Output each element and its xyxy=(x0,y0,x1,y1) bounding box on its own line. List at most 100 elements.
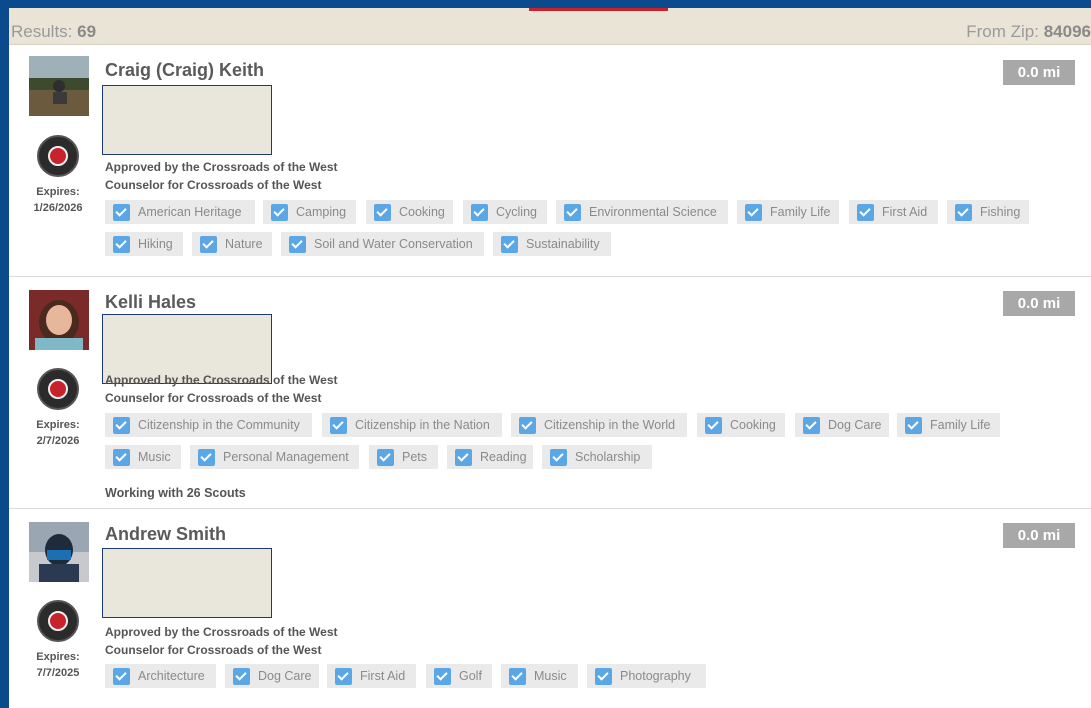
redacted-contact xyxy=(102,548,272,618)
merit-badge-chip[interactable]: Family Life xyxy=(897,413,1000,437)
checkbox-icon xyxy=(509,667,526,685)
distance-badge: 0.0 mi xyxy=(1003,523,1075,548)
chip-label: Citizenship in the Nation xyxy=(355,418,490,432)
photo-image xyxy=(29,56,89,116)
checkbox-icon xyxy=(113,448,130,466)
results-count: Results: 69 xyxy=(11,22,96,42)
checkbox-icon xyxy=(233,667,250,685)
chip-label: Soil and Water Conservation xyxy=(314,237,473,251)
merit-badge-chip[interactable]: Fishing xyxy=(947,200,1029,224)
merit-badge-chip[interactable]: Pets xyxy=(369,445,438,469)
counselor-card[interactable]: Expires: 2/7/2026 Kelli Hales Approved b… xyxy=(9,278,1091,509)
merit-badge-chip[interactable]: Soil and Water Conservation xyxy=(281,232,484,256)
merit-badge-chip[interactable]: Family Life xyxy=(737,200,839,224)
chip-label: Citizenship in the World xyxy=(544,418,676,432)
chip-label: Family Life xyxy=(770,205,831,219)
merit-badge-chip[interactable]: First Aid xyxy=(327,664,416,688)
approved-by: Approved by the Crossroads of the West xyxy=(105,373,338,387)
zip-value: 84096 xyxy=(1043,22,1091,41)
merit-badge-chip[interactable]: Cooking xyxy=(366,200,453,224)
counselor-card[interactable]: Expires: 7/7/2025 Andrew Smith Approved … xyxy=(9,510,1091,708)
counselor-for: Counselor for Crossroads of the West xyxy=(105,178,322,192)
merit-badge-chip[interactable]: Architecture xyxy=(105,664,216,688)
results-header: Results: 69 From Zip: 84096 xyxy=(9,8,1091,45)
checkbox-icon xyxy=(271,203,288,221)
counselor-photo xyxy=(29,56,89,116)
merit-badge-chip[interactable]: Photography xyxy=(587,664,706,688)
results-value: 69 xyxy=(77,22,97,41)
chip-label: Music xyxy=(534,669,567,683)
checkbox-icon xyxy=(955,203,972,221)
results-panel: Results: 69 From Zip: 84096 Expires: 1/2… xyxy=(9,8,1091,708)
chip-label: Dog Care xyxy=(258,669,312,683)
merit-badge-chip[interactable]: Cycling xyxy=(463,200,547,224)
counselor-photo xyxy=(29,290,89,350)
scouts-count: Working with 26 Scouts xyxy=(105,486,246,500)
chip-label: First Aid xyxy=(882,205,928,219)
chip-label: Personal Management xyxy=(223,450,349,464)
chip-label: First Aid xyxy=(360,669,406,683)
expires-date: 7/7/2025 xyxy=(36,667,80,679)
chip-label: Cooking xyxy=(730,418,776,432)
merit-badge-chip[interactable]: First Aid xyxy=(849,200,938,224)
checkbox-icon xyxy=(905,416,922,434)
checkbox-icon xyxy=(857,203,874,221)
chip-label: American Heritage xyxy=(138,205,242,219)
chip-label: Fishing xyxy=(980,205,1021,219)
merit-badge-chip[interactable]: Music xyxy=(105,445,181,469)
merit-badge-chip[interactable]: American Heritage xyxy=(105,200,255,224)
merit-badge-chip[interactable]: Hiking xyxy=(105,232,183,256)
checkbox-icon xyxy=(113,667,130,685)
merit-badge-chip[interactable]: Citizenship in the Community xyxy=(105,413,312,437)
merit-badge-chip[interactable]: Reading xyxy=(447,445,533,469)
chip-label: Reading xyxy=(480,450,527,464)
merit-badge-chip[interactable]: Citizenship in the Nation xyxy=(322,413,502,437)
checkbox-icon xyxy=(434,667,451,685)
checkbox-icon xyxy=(113,235,130,253)
checkbox-icon xyxy=(200,235,217,253)
chip-label: Cycling xyxy=(496,205,537,219)
merit-badge-chip[interactable]: Scholarship xyxy=(542,445,652,469)
expires-label: Expires: xyxy=(36,419,80,431)
checkbox-icon xyxy=(803,416,820,434)
merit-badge-chip[interactable]: Golf xyxy=(426,664,492,688)
council-seal-icon xyxy=(37,368,79,410)
merit-badge-chip[interactable]: Personal Management xyxy=(190,445,359,469)
counselor-for: Counselor for Crossroads of the West xyxy=(105,643,322,657)
chip-label: Cooking xyxy=(399,205,445,219)
chip-label: Hiking xyxy=(138,237,173,251)
approved-by: Approved by the Crossroads of the West xyxy=(105,160,338,174)
merit-badge-chip[interactable]: Sustainability xyxy=(493,232,611,256)
merit-badge-chip[interactable]: Dog Care xyxy=(225,664,319,688)
chip-label: Citizenship in the Community xyxy=(138,418,300,432)
expires-label: Expires: xyxy=(36,186,80,198)
counselor-card[interactable]: Expires: 1/26/2026 Craig (Craig) Keith A… xyxy=(9,45,1091,277)
merit-badge-chip[interactable]: Dog Care xyxy=(795,413,889,437)
counselor-name[interactable]: Kelli Hales xyxy=(105,292,196,313)
checkbox-icon xyxy=(519,416,536,434)
chip-label: Camping xyxy=(296,205,347,219)
merit-badge-chip[interactable]: Music xyxy=(501,664,578,688)
approved-by: Approved by the Crossroads of the West xyxy=(105,625,338,639)
checkbox-icon xyxy=(501,235,518,253)
merit-badge-chip[interactable]: Environmental Science xyxy=(556,200,728,224)
chip-label: Golf xyxy=(459,669,482,683)
council-seal-icon xyxy=(37,135,79,177)
checkbox-icon xyxy=(374,203,391,221)
checkbox-icon xyxy=(455,448,472,466)
merit-badge-chip[interactable]: Nature xyxy=(192,232,272,256)
checkbox-icon xyxy=(550,448,567,466)
chip-label: Architecture xyxy=(138,669,205,683)
counselor-name[interactable]: Craig (Craig) Keith xyxy=(105,60,264,81)
merit-badge-chip[interactable]: Citizenship in the World xyxy=(511,413,687,437)
redacted-contact xyxy=(102,85,272,155)
counselor-name[interactable]: Andrew Smith xyxy=(105,524,226,545)
from-zip: From Zip: 84096 xyxy=(966,22,1091,42)
council-seal-icon xyxy=(37,600,79,642)
merit-badge-chip[interactable]: Cooking xyxy=(697,413,785,437)
chip-label: Environmental Science xyxy=(589,205,717,219)
zip-label: From Zip: xyxy=(966,22,1039,41)
distance-badge: 0.0 mi xyxy=(1003,60,1075,85)
merit-badge-chip[interactable]: Camping xyxy=(263,200,356,224)
checkbox-icon xyxy=(289,235,306,253)
